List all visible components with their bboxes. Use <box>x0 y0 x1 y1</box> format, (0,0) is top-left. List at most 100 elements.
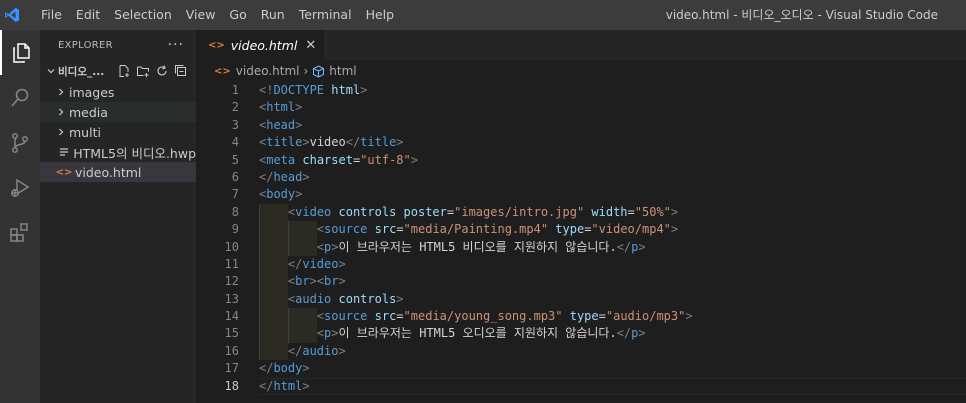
code-token: source <box>324 309 368 324</box>
code-token: > <box>295 187 303 202</box>
tree-file-video-html[interactable]: <> video.html <box>40 162 196 182</box>
code-token: </ <box>259 169 274 184</box>
code-line[interactable]: 11 </video> <box>196 256 966 273</box>
code-token: type <box>555 222 585 237</box>
line-number: 14 <box>224 309 239 324</box>
code-token: </ <box>616 326 632 341</box>
menu-file[interactable]: File <box>34 0 69 30</box>
breadcrumb-file[interactable]: video.html <box>236 64 300 78</box>
code-token: </ <box>259 361 274 376</box>
symbol-cube-icon <box>312 64 325 78</box>
code-token: title <box>360 135 397 150</box>
search-button[interactable] <box>0 75 40 120</box>
code-token: html <box>331 83 361 97</box>
tree-file-hwp[interactable]: HTML5의 비디오.hwp <box>40 142 196 162</box>
code-line[interactable]: 4 <title>video</title> <box>196 134 966 151</box>
line-number: 2 <box>231 100 239 115</box>
code-line[interactable]: 7 <body> <box>196 186 966 203</box>
code-token: html <box>273 378 303 393</box>
workspace-folder[interactable]: 비디오_... <box>40 60 196 82</box>
code-line[interactable]: 3 <head> <box>196 117 966 134</box>
close-icon[interactable]: ✕ <box>305 38 316 53</box>
code-token: src <box>374 309 397 324</box>
vscode-logo-icon[interactable] <box>0 0 24 30</box>
menu-help[interactable]: Help <box>359 0 402 30</box>
indent-guide <box>287 221 317 256</box>
code-text: <meta charset="utf-8"> <box>239 152 418 169</box>
code-text: </head> <box>239 169 310 186</box>
folder-actions <box>116 63 192 79</box>
code-token: type <box>569 309 599 324</box>
code-line[interactable]: 8 <video controls poster="images/intro.j… <box>196 204 966 221</box>
code-text: <video controls poster="images/intro.jpg… <box>239 204 678 221</box>
explorer-header: EXPLORER ··· <box>40 30 196 60</box>
menu-go[interactable]: Go <box>222 0 253 30</box>
code-token: </ <box>259 378 274 393</box>
tree-folder-multi[interactable]: multi <box>40 122 196 142</box>
explorer-sidebar: EXPLORER ··· 비디오_... images media multi … <box>40 30 196 403</box>
code-token: > <box>360 83 368 97</box>
window-title: video.html - 비디오_오디오 - Visual Studio Cod… <box>665 8 938 22</box>
code-line[interactable]: 17 </body> <box>196 360 966 377</box>
code-text: <head> <box>239 117 302 134</box>
menu-run[interactable]: Run <box>254 0 292 30</box>
code-token: > <box>396 135 404 150</box>
code-token: "media/young_song.mp3" <box>403 309 563 324</box>
code-line[interactable]: 2 <html> <box>196 99 966 116</box>
code-line[interactable]: 18 </html> <box>196 377 966 396</box>
code-token: html <box>266 100 296 115</box>
document-file-icon <box>56 146 71 158</box>
line-number: 12 <box>224 274 239 289</box>
code-line[interactable]: 6 </head> <box>196 169 966 186</box>
code-token: 이 브라우저는 HTML5 오디오를 지원하지 않습니다. <box>338 326 617 341</box>
code-token: audio <box>295 291 332 306</box>
code-token: = <box>598 309 606 324</box>
tree-item-label: video.html <box>75 164 142 180</box>
code-token: = <box>396 309 404 324</box>
explorer-button[interactable] <box>0 30 40 75</box>
code-token: audio <box>302 343 339 358</box>
new-folder-icon[interactable] <box>135 63 151 79</box>
explorer-icon <box>9 41 33 65</box>
code-line[interactable]: 5 <meta charset="utf-8"> <box>196 152 966 169</box>
tab-label: video.html <box>230 37 298 53</box>
current-line-highlight <box>259 377 966 396</box>
more-actions-icon[interactable]: ··· <box>168 37 184 53</box>
tab-video-html[interactable]: <> video.html ✕ <box>196 30 325 60</box>
code-token: charset <box>302 152 353 167</box>
code-token: poster <box>403 204 447 219</box>
refresh-icon[interactable] <box>154 63 170 79</box>
code-token: > <box>295 117 303 132</box>
code-text: <html> <box>239 99 302 116</box>
breadcrumb-symbol[interactable]: html <box>329 64 356 78</box>
tree-folder-media[interactable]: media <box>40 102 196 122</box>
code-line[interactable]: 13 <audio controls> <box>196 291 966 308</box>
code-line[interactable]: 16 </audio> <box>196 343 966 360</box>
menu-bar: File Edit Selection View Go Run Terminal… <box>34 0 401 30</box>
code-token: > <box>331 326 339 341</box>
line-number: 10 <box>224 239 239 254</box>
extensions-button[interactable] <box>0 210 40 255</box>
run-debug-button[interactable] <box>0 165 40 210</box>
code-editor[interactable]: 1 <!DOCTYPE html> 2 <html> 3 <head> 4 <title>vi… <box>196 82 966 396</box>
tree-item-label: HTML5의 비디오.hwp <box>73 145 196 161</box>
chevron-down-icon <box>44 66 58 76</box>
code-line[interactable]: 12 <br><br> <box>196 273 966 290</box>
activity-bar <box>0 30 40 403</box>
menu-terminal[interactable]: Terminal <box>292 0 359 30</box>
html-file-icon: <> <box>214 65 231 77</box>
code-token: "media/Painting.mp4" <box>403 222 549 237</box>
code-line[interactable]: 1 <!DOCTYPE html> <box>196 82 966 99</box>
code-token: > <box>670 222 679 237</box>
menu-selection[interactable]: Selection <box>107 0 179 30</box>
menu-view[interactable]: View <box>179 0 223 30</box>
run-debug-icon <box>8 176 32 200</box>
collapse-all-icon[interactable] <box>173 63 189 79</box>
code-token: controls <box>338 291 397 306</box>
new-file-icon[interactable] <box>116 63 132 79</box>
code-token: > <box>685 309 693 324</box>
tree-folder-images[interactable]: images <box>40 82 196 102</box>
menu-edit[interactable]: Edit <box>69 0 107 30</box>
source-control-button[interactable] <box>0 120 40 165</box>
